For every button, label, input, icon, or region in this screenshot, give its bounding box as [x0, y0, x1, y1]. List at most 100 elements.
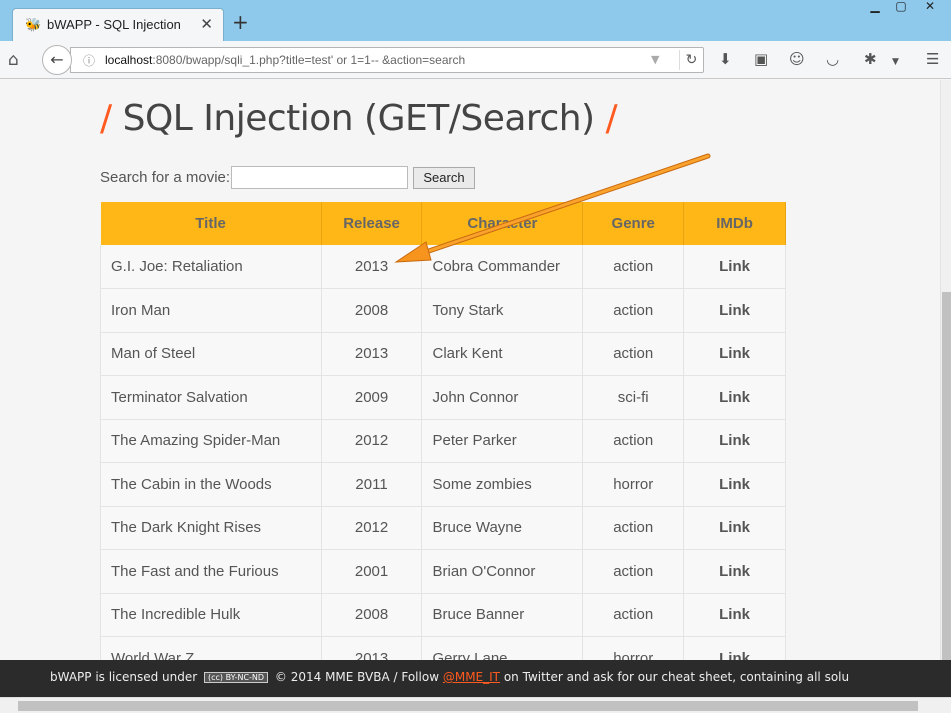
release-cell: 2012: [321, 506, 423, 550]
url-text[interactable]: localhost:8080/bwapp/sqli_1.php?title=te…: [105, 53, 465, 67]
imdb-link[interactable]: Link: [683, 636, 786, 660]
download-icon[interactable]: ⬇: [719, 51, 732, 67]
table-row: The Amazing Spider-Man 2012 Peter Parker ac…: [100, 419, 786, 463]
release-cell: 2013: [321, 245, 423, 289]
url-path: :8080/bwapp/sqli_1.php?title=test' or 1=…: [152, 53, 466, 67]
bug-icon[interactable]: ✱: [864, 51, 877, 67]
horizontal-scrollbar[interactable]: [0, 697, 951, 713]
imdb-link[interactable]: Link: [683, 549, 786, 594]
movies-table: Title Release Character Genre IMDb G.I. …: [100, 202, 786, 660]
character-cell: John Connor: [421, 375, 584, 420]
movie-title-cell: Terminator Salvation: [100, 375, 322, 420]
column-header: IMDb: [683, 202, 786, 245]
smiley-icon[interactable]: ☺: [789, 51, 805, 67]
movie-title-cell: World War Z: [100, 636, 322, 660]
pocket-icon[interactable]: ◡: [826, 51, 839, 67]
character-cell: Brian O'Connor: [421, 549, 584, 594]
footer-copyright: © 2014 MME BVBA / Follow: [274, 670, 440, 684]
release-cell: 2011: [321, 462, 423, 507]
character-cell: Bruce Banner: [421, 593, 584, 637]
tab-title: bWAPP - SQL Injection: [47, 17, 181, 32]
page-content: / SQL Injection (GET/Search) / Search fo…: [0, 80, 940, 660]
scroll-thumb[interactable]: [942, 292, 951, 692]
imdb-link[interactable]: Link: [683, 506, 786, 550]
footer-text: bWAPP is licensed under (cc) BY-NC-ND © …: [50, 670, 849, 684]
reader-view-icon[interactable]: ▣: [754, 51, 768, 67]
home-icon[interactable]: ⌂: [8, 50, 19, 70]
genre-cell: horror: [582, 636, 685, 660]
character-cell: Cobra Commander: [421, 245, 584, 289]
genre-cell: horror: [582, 462, 685, 507]
chevron-down-icon[interactable]: ▼: [651, 53, 659, 66]
genre-cell: action: [582, 245, 685, 289]
slash-decoration: /: [100, 98, 112, 139]
new-tab-button[interactable]: +: [232, 12, 249, 32]
release-cell: 2008: [321, 288, 423, 333]
imdb-link[interactable]: Link: [683, 593, 786, 637]
table-row: Man of Steel 2013 Clark Kent action Link: [100, 332, 786, 376]
title-bar: 🐝 bWAPP - SQL Injection ✕ + ▁ ▢ ✕: [0, 0, 951, 41]
close-window-icon[interactable]: ✕: [915, 0, 945, 18]
cc-license-badge[interactable]: (cc) BY-NC-ND: [204, 672, 269, 683]
horizontal-scroll-thumb[interactable]: [18, 701, 918, 711]
genre-cell: action: [582, 593, 685, 637]
url-host: localhost: [105, 53, 153, 67]
page-title: / SQL Injection (GET/Search) /: [100, 98, 618, 139]
genre-cell: action: [582, 419, 685, 463]
back-arrow-icon: ←: [50, 50, 64, 69]
table-row: World War Z 2013 Gerry Lane horror Link: [100, 636, 786, 660]
slash-decoration: /: [605, 98, 618, 139]
back-button[interactable]: ←: [42, 45, 72, 75]
movie-title-cell: Iron Man: [100, 288, 322, 333]
search-label: Search for a movie:: [100, 169, 231, 186]
column-header: Genre: [582, 202, 685, 245]
character-cell: Clark Kent: [421, 332, 584, 376]
movie-title-cell: The Amazing Spider-Man: [100, 419, 322, 463]
search-input[interactable]: [231, 166, 408, 189]
character-cell: Some zombies: [421, 462, 584, 507]
footer: bWAPP is licensed under (cc) BY-NC-ND © …: [0, 660, 951, 697]
menu-icon[interactable]: ☰: [926, 51, 939, 67]
character-cell: Tony Stark: [421, 288, 584, 333]
chevron-down-icon[interactable]: ▼: [892, 54, 899, 70]
maximize-icon[interactable]: ▢: [886, 0, 916, 18]
imdb-link[interactable]: Link: [683, 245, 786, 289]
table-row: The Cabin in the Woods 2011 Some zombies ho…: [100, 462, 786, 507]
release-cell: 2008: [321, 593, 423, 637]
close-icon[interactable]: ✕: [200, 15, 213, 33]
page-title-text: SQL Injection (GET/Search): [122, 98, 596, 139]
movie-title-cell: The Fast and the Furious: [100, 549, 322, 594]
character-cell: Peter Parker: [421, 419, 584, 463]
info-icon[interactable]: ⓘ: [83, 52, 95, 69]
movie-title-cell: G.I. Joe: Retaliation: [100, 245, 322, 289]
column-header: Title: [100, 202, 322, 245]
column-header: Character: [421, 202, 584, 245]
search-button[interactable]: Search: [413, 167, 475, 189]
bee-icon: 🐝: [25, 18, 42, 33]
imdb-link[interactable]: Link: [683, 332, 786, 376]
table-row: The Fast and the Furious 2001 Brian O'Conn…: [100, 549, 786, 594]
genre-cell: action: [582, 288, 685, 333]
genre-cell: action: [582, 506, 685, 550]
column-header: Release: [321, 202, 423, 245]
release-cell: 2009: [321, 375, 423, 420]
release-cell: 2001: [321, 549, 423, 594]
footer-cheat-sheet-text: on Twitter and ask for our cheat sheet, …: [503, 670, 850, 684]
twitter-link[interactable]: @MME_IT: [443, 670, 500, 684]
genre-cell: action: [582, 332, 685, 376]
movie-title-cell: Man of Steel: [100, 332, 322, 376]
genre-cell: sci-fi: [582, 375, 685, 420]
footer-license-text: bWAPP is licensed under: [50, 670, 198, 684]
tab-bwapp[interactable]: 🐝 bWAPP - SQL Injection ✕: [12, 8, 224, 41]
imdb-link[interactable]: Link: [683, 375, 786, 420]
url-bar[interactable]: ⓘ localhost:8080/bwapp/sqli_1.php?title=…: [70, 47, 704, 73]
imdb-link[interactable]: Link: [683, 462, 786, 507]
vertical-scrollbar[interactable]: [940, 80, 951, 695]
release-cell: 2013: [321, 636, 423, 660]
table-row: The Dark Knight Rises 2012 Bruce Wayne acti…: [100, 506, 786, 550]
genre-cell: action: [582, 549, 685, 594]
character-cell: Gerry Lane: [421, 636, 584, 660]
imdb-link[interactable]: Link: [683, 419, 786, 463]
reload-icon[interactable]: ↻: [679, 50, 703, 70]
imdb-link[interactable]: Link: [683, 288, 786, 333]
